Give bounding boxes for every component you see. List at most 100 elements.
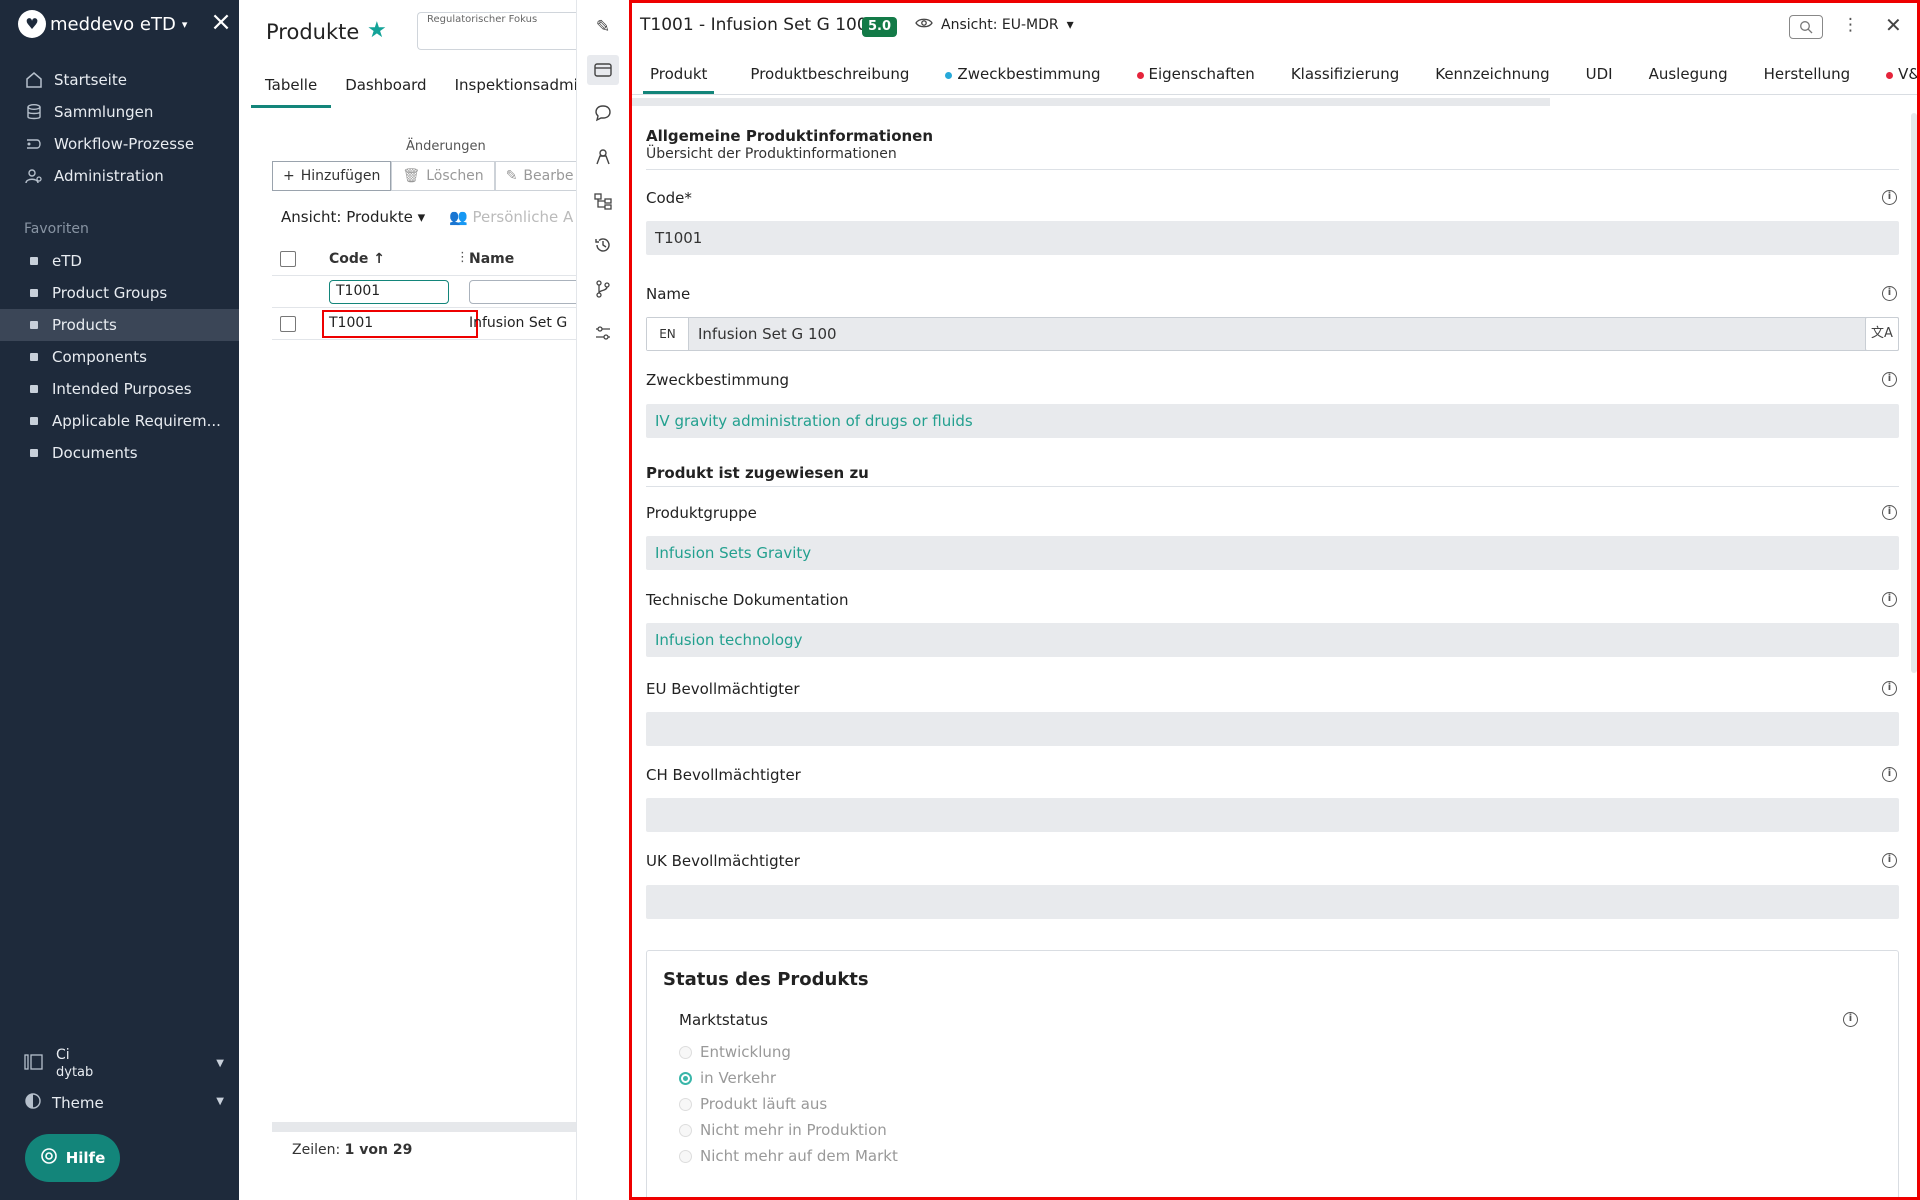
select-all-checkbox[interactable] [280,251,296,267]
market-status-radio[interactable]: Produkt läuft aus [679,1095,827,1113]
tab-auslegung[interactable]: Auslegung [1649,59,1728,94]
horizontal-scrollbar[interactable] [272,1122,576,1132]
tab-inspection[interactable]: Inspektionsadmin [441,70,576,108]
info-icon[interactable]: i [1882,286,1897,301]
favorite-components[interactable]: Components [0,341,239,373]
market-status-label: Marktstatus [679,1011,768,1029]
delete-button[interactable]: 🗑 Löschen [391,161,495,191]
code-label: Code* [646,189,692,207]
info-icon[interactable]: i [1882,681,1897,696]
info-icon[interactable]: i [1882,767,1897,782]
branch-icon[interactable] [587,274,619,304]
regulatory-focus-select[interactable]: Regulatorischer Fokus [417,12,576,50]
ch-rep-field[interactable] [646,798,1899,832]
changes-label: Änderungen [406,139,486,154]
market-status-radio[interactable]: Nicht mehr auf dem Markt [679,1147,898,1165]
personal-label: Persönliche A [472,208,574,226]
vertical-scrollbar[interactable] [1911,113,1917,673]
tab-zweckbestimmung[interactable]: Zweckbestimmung [945,59,1101,94]
info-icon[interactable]: i [1882,592,1897,607]
info-icon[interactable]: i [1882,372,1897,387]
close-icon[interactable]: ✕ [1885,13,1902,37]
settings-sliders-icon[interactable] [587,318,619,348]
tab-produkt[interactable]: Produkt [643,59,715,94]
favorite-applicable-requirements[interactable]: Applicable Requirem... [0,405,239,437]
code-filter-input[interactable]: T1001 [329,280,449,304]
purpose-field[interactable]: IV gravity administration of drugs or fl… [646,404,1899,438]
tab-table[interactable]: Tabelle [251,70,332,108]
favorite-documents[interactable]: Documents [0,437,239,469]
more-vertical-icon[interactable]: ⋮ [1842,15,1859,35]
favorite-label: eTD [52,252,82,270]
status-dot-icon [945,72,953,79]
hierarchy-icon[interactable] [587,186,619,216]
tab-eigenschaften[interactable]: Eigenschaften [1136,59,1255,94]
tab-udi[interactable]: UDI [1586,59,1613,94]
favorite-etd[interactable]: eTD [0,245,239,277]
edit-button[interactable]: ✎ Bearbe [494,161,576,191]
tab-v-v[interactable]: V&V [1886,59,1917,94]
grid-filter-row: T1001 [272,276,576,308]
favorite-star-icon[interactable]: ★ [367,18,387,43]
name-field[interactable]: EN Infusion Set G 100 文A [646,317,1899,351]
app-logo-icon: ♥ [18,10,46,38]
comment-icon[interactable] [587,98,619,128]
radio-circle-icon [679,1149,692,1163]
add-button[interactable]: + Hinzufügen [272,161,392,191]
uk-rep-field[interactable] [646,885,1899,919]
market-status-radio[interactable]: Nicht mehr in Produktion [679,1121,887,1139]
nav-item-workflows[interactable]: Workflow-Prozesse [0,128,239,160]
favorite-intended-purposes[interactable]: Intended Purposes [0,373,239,405]
edit-icon[interactable]: ✎ [587,12,619,42]
market-status-radio[interactable]: in Verkehr [679,1069,776,1087]
product-group-field[interactable]: Infusion Sets Gravity [646,536,1899,570]
column-header-code[interactable]: Code ↑ [329,251,385,267]
tab-dashboard[interactable]: Dashboard [331,70,440,108]
personal-view-button[interactable]: 👥 Persönliche A [449,208,573,226]
org-switcher[interactable]: Ci dytab ▼ [24,1044,224,1084]
view-select[interactable]: Ansicht: Produkte ▾ [281,208,425,226]
translate-icon[interactable]: 文A [1865,317,1899,351]
column-menu-icon[interactable]: ⋮ [456,250,469,265]
divider [646,169,1899,170]
search-icon[interactable] [1789,15,1823,39]
eu-rep-field[interactable] [646,712,1899,746]
table-row[interactable]: T1001 Infusion Set G [272,308,576,340]
nav-item-administration[interactable]: Administration [0,160,239,192]
cell-code[interactable]: T1001 [329,315,373,331]
sidebar-close-icon[interactable]: × [208,9,234,36]
favorite-product-groups[interactable]: Product Groups [0,277,239,309]
nav-item-collections[interactable]: Sammlungen [0,96,239,128]
column-label: Code [329,251,369,267]
drawer-view-select[interactable]: Ansicht: EU-MDR ▾ [915,17,1074,33]
favorite-products[interactable]: Products [0,309,239,341]
tab-klassifizierung[interactable]: Klassifizierung [1291,59,1399,94]
tab-herstellung[interactable]: Herstellung [1764,59,1850,94]
card-icon[interactable] [587,55,619,85]
language-selector[interactable]: EN [647,318,689,350]
app-switcher[interactable]: ♥ meddevo eTD ▾ [18,10,187,38]
tab-produktbeschreibung[interactable]: Produktbeschreibung [750,59,909,94]
spy-icon[interactable] [587,142,619,172]
theme-switcher[interactable]: Theme ▼ [24,1092,224,1114]
market-status-radio[interactable]: Entwicklung [679,1043,791,1061]
info-icon[interactable]: i [1882,505,1897,520]
tab-kennzeichnung[interactable]: Kennzeichnung [1435,59,1549,94]
row-checkbox[interactable] [280,316,296,332]
column-header-name[interactable]: Name [469,251,514,267]
nav-label: Sammlungen [54,103,154,121]
favorite-label: Documents [52,444,138,462]
eu-rep-label: EU Bevollmächtigter [646,680,800,698]
info-icon[interactable]: i [1843,1012,1858,1027]
techdoc-field[interactable]: Infusion technology [646,623,1899,657]
history-icon[interactable] [587,230,619,260]
info-icon[interactable]: i [1882,853,1897,868]
product-detail-drawer: T1001 - Infusion Set G 100 5.0 Ansicht: … [629,0,1920,1200]
name-filter-input[interactable] [469,280,576,304]
code-field[interactable]: T1001 [646,221,1899,255]
info-icon[interactable]: i [1882,190,1897,205]
nav-item-home[interactable]: Startseite [0,64,239,96]
cell-name[interactable]: Infusion Set G [469,315,567,331]
help-button[interactable]: Hilfe [25,1134,120,1182]
tabs-scrollbar[interactable] [632,98,1550,106]
